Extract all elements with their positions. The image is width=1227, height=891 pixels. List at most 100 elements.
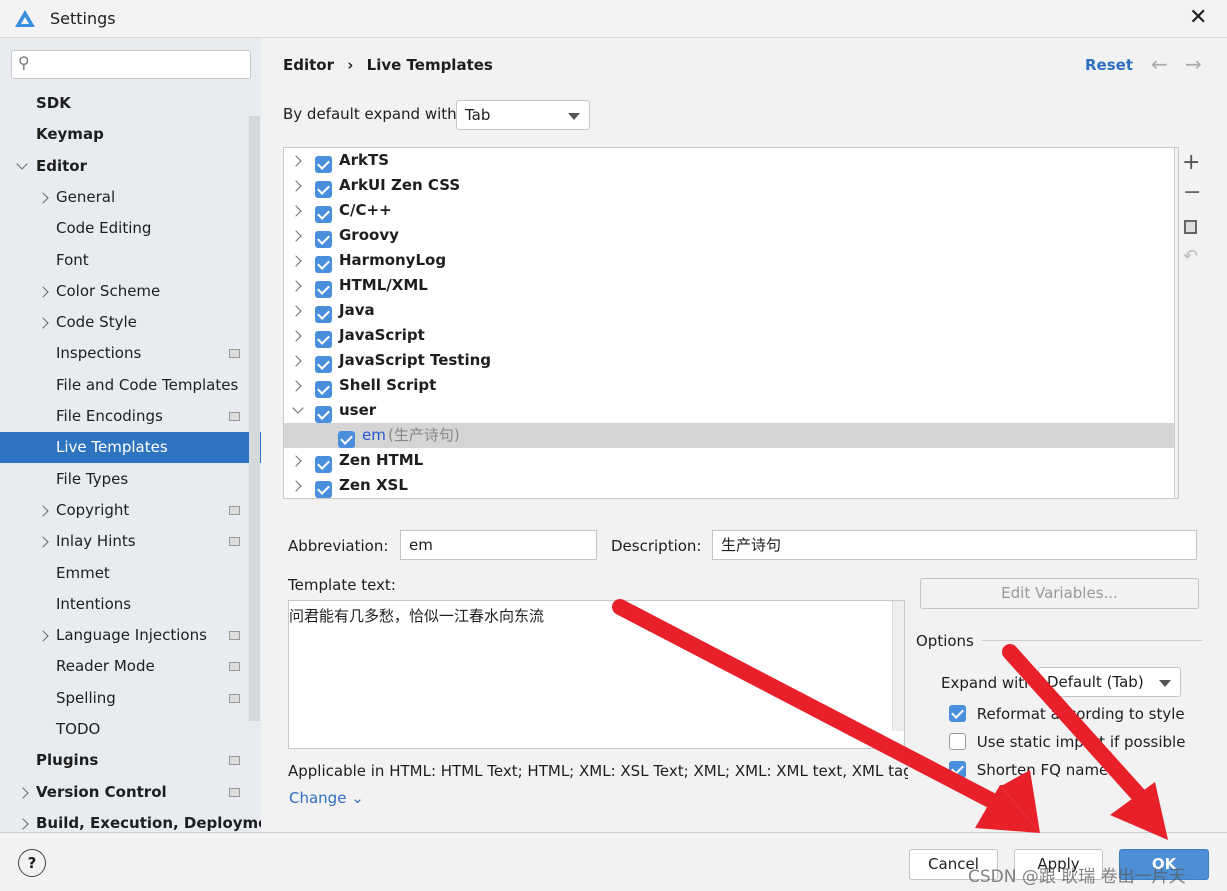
- chevron-right-icon[interactable]: [37, 317, 49, 329]
- sidebar-item-editor[interactable]: Editor: [0, 151, 261, 182]
- chevron-right-icon[interactable]: [37, 505, 49, 517]
- chevron-right-icon[interactable]: [290, 155, 302, 167]
- template-group[interactable]: JavaScript Testing: [284, 348, 1174, 373]
- chevron-down-icon[interactable]: [292, 402, 304, 414]
- add-icon[interactable]: +: [1182, 150, 1200, 175]
- template-group[interactable]: ArkTS: [284, 148, 1174, 173]
- option-checkbox[interactable]: [949, 705, 966, 722]
- breadcrumb-editor[interactable]: Editor: [283, 56, 334, 74]
- option-checkbox-row[interactable]: Use static import if possible: [949, 732, 1185, 751]
- chevron-right-icon[interactable]: [290, 380, 302, 392]
- sidebar-item-font[interactable]: Font: [0, 245, 261, 276]
- sidebar-item-code-style[interactable]: Code Style: [0, 307, 261, 338]
- template-group[interactable]: HTML/XML: [284, 273, 1174, 298]
- sidebar-item-language-injections[interactable]: Language Injections: [0, 620, 261, 651]
- template-checkbox[interactable]: [315, 256, 332, 273]
- chevron-right-icon[interactable]: [37, 536, 49, 548]
- help-button[interactable]: ?: [18, 849, 46, 877]
- chevron-right-icon[interactable]: [37, 286, 49, 298]
- template-checkbox[interactable]: [315, 381, 332, 398]
- chevron-right-icon[interactable]: [290, 455, 302, 467]
- chevron-right-icon[interactable]: [290, 180, 302, 192]
- template-text-area[interactable]: 问君能有几多愁，恰似一江春水向东流: [288, 600, 905, 749]
- chevron-right-icon[interactable]: [290, 480, 302, 492]
- chevron-right-icon[interactable]: [290, 205, 302, 217]
- sidebar-item-inspections[interactable]: Inspections: [0, 338, 261, 369]
- chevron-right-icon[interactable]: [290, 230, 302, 242]
- option-checkbox[interactable]: [949, 733, 966, 750]
- sidebar-item-intentions[interactable]: Intentions: [0, 589, 261, 620]
- sidebar-item-build-execution-deployment[interactable]: Build, Execution, Deployment: [0, 808, 261, 833]
- sidebar-item-file-types[interactable]: File Types: [0, 464, 261, 495]
- template-group[interactable]: HarmonyLog: [284, 248, 1174, 273]
- chevron-right-icon[interactable]: [290, 255, 302, 267]
- chevron-right-icon[interactable]: [17, 818, 29, 830]
- template-checkbox[interactable]: [315, 231, 332, 248]
- template-group[interactable]: Zen HTML: [284, 448, 1174, 473]
- options-expand-select[interactable]: Default (Tab): [1038, 667, 1181, 697]
- chevron-down-icon[interactable]: [16, 157, 28, 170]
- option-checkbox[interactable]: [949, 761, 966, 778]
- description-input[interactable]: 生产诗句: [712, 530, 1197, 560]
- chevron-right-icon[interactable]: [37, 192, 49, 204]
- template-checkbox[interactable]: [315, 306, 332, 323]
- sidebar-item-general[interactable]: General: [0, 182, 261, 213]
- chevron-right-icon[interactable]: [290, 280, 302, 292]
- template-group[interactable]: Groovy: [284, 223, 1174, 248]
- sidebar-item-code-editing[interactable]: Code Editing: [0, 213, 261, 244]
- template-group[interactable]: Zen XSL: [284, 473, 1174, 498]
- undo-icon[interactable]: ↶: [1183, 246, 1198, 267]
- text-scrollbar[interactable]: [892, 601, 904, 731]
- sidebar-item-spelling[interactable]: Spelling: [0, 683, 261, 714]
- template-group[interactable]: ArkUI Zen CSS: [284, 173, 1174, 198]
- sidebar-item-todo[interactable]: TODO: [0, 714, 261, 745]
- template-item[interactable]: em (生产诗句): [284, 423, 1174, 448]
- template-checkbox[interactable]: [315, 181, 332, 198]
- expand-with-select[interactable]: Tab: [456, 100, 590, 130]
- sidebar-scrollbar[interactable]: [249, 116, 260, 721]
- chevron-right-icon[interactable]: [290, 330, 302, 342]
- chevron-right-icon[interactable]: [37, 630, 49, 642]
- chevron-right-icon[interactable]: [17, 786, 29, 799]
- template-checkbox[interactable]: [315, 331, 332, 348]
- sidebar-item-version-control[interactable]: Version Control: [0, 777, 261, 808]
- template-checkbox[interactable]: [315, 356, 332, 373]
- template-group[interactable]: JavaScript: [284, 323, 1174, 348]
- template-checkbox[interactable]: [315, 456, 332, 473]
- abbreviation-input[interactable]: em: [400, 530, 597, 560]
- chevron-right-icon[interactable]: [290, 305, 302, 317]
- forward-arrow-icon[interactable]: →: [1185, 52, 1202, 76]
- back-arrow-icon[interactable]: ←: [1151, 52, 1168, 76]
- template-checkbox[interactable]: [315, 156, 332, 173]
- sidebar-item-color-scheme[interactable]: Color Scheme: [0, 276, 261, 307]
- copy-icon[interactable]: [1184, 220, 1197, 234]
- sidebar-item-keymap[interactable]: Keymap: [0, 119, 261, 150]
- template-group[interactable]: Java: [284, 298, 1174, 323]
- edit-variables-button[interactable]: Edit Variables...: [920, 578, 1199, 609]
- option-checkbox-row[interactable]: Shorten FQ names: [949, 760, 1116, 779]
- sidebar-item-plugins[interactable]: Plugins: [0, 745, 261, 776]
- template-checkbox[interactable]: [315, 281, 332, 298]
- change-link[interactable]: Change ⌄: [289, 789, 364, 807]
- sidebar-item-inlay-hints[interactable]: Inlay Hints: [0, 526, 261, 557]
- template-checkbox[interactable]: [315, 481, 332, 498]
- chevron-right-icon[interactable]: [290, 355, 302, 367]
- template-checkbox[interactable]: [315, 206, 332, 223]
- sidebar-item-live-templates[interactable]: Live Templates: [0, 432, 261, 464]
- sidebar-item-file-encodings[interactable]: File Encodings: [0, 401, 261, 432]
- option-checkbox-row[interactable]: Reformat according to style: [949, 704, 1185, 723]
- sidebar-item-emmet[interactable]: Emmet: [0, 558, 261, 589]
- search-input[interactable]: ⚲: [11, 50, 251, 79]
- template-checkbox[interactable]: [338, 431, 355, 448]
- template-group[interactable]: user: [284, 398, 1174, 423]
- close-icon[interactable]: ✕: [1189, 5, 1207, 30]
- reset-link[interactable]: Reset: [1085, 56, 1133, 74]
- sidebar-item-sdk[interactable]: SDK: [0, 88, 261, 119]
- sidebar-item-copyright[interactable]: Copyright: [0, 495, 261, 526]
- remove-icon[interactable]: −: [1183, 180, 1201, 205]
- template-group[interactable]: Shell Script: [284, 373, 1174, 398]
- template-group[interactable]: C/C++: [284, 198, 1174, 223]
- sidebar-item-file-and-code-templates[interactable]: File and Code Templates: [0, 370, 261, 401]
- sidebar-item-reader-mode[interactable]: Reader Mode: [0, 651, 261, 682]
- template-checkbox[interactable]: [315, 406, 332, 423]
